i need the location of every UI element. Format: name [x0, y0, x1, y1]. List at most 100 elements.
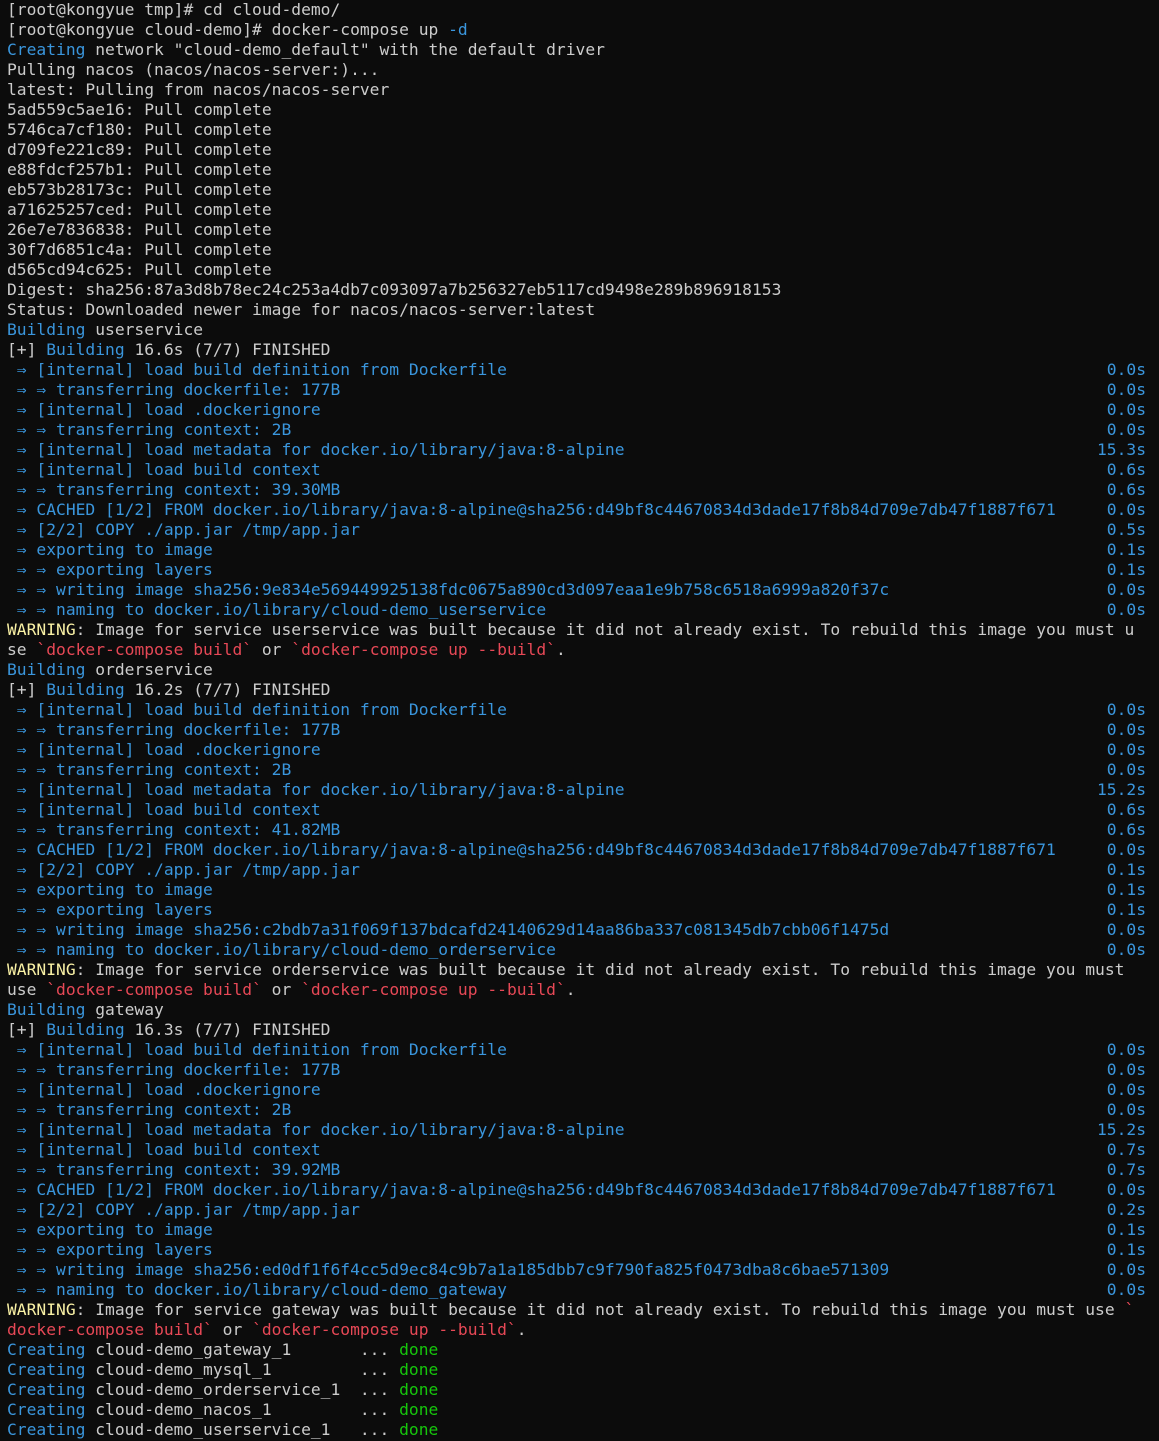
terminal-text-segment: Building: [7, 1000, 86, 1019]
terminal-text-segment: cloud-demo_nacos_1 ...: [85, 1400, 400, 1419]
terminal-text-segment: `: [1124, 1300, 1135, 1319]
terminal-line-step: ⇒ CACHED [1/2] FROM docker.io/library/ja…: [7, 840, 1056, 860]
terminal-text-segment: ⇒ ⇒ writing image sha256:c2bdb7a31f069f1…: [7, 920, 890, 939]
terminal-text-segment: Building: [7, 320, 86, 339]
terminal-text-segment: ⇒ ⇒ transferring dockerfile: 177B: [7, 1060, 341, 1079]
terminal-text-segment: ⇒ [2/2] COPY ./app.jar /tmp/app.jar: [7, 520, 360, 539]
terminal-text-segment: ⇒ ⇒ transferring context: 2B: [7, 760, 292, 779]
terminal-line-output: 26e7e7836838: Pull complete: [7, 220, 272, 240]
terminal-line-create: Creating cloud-demo_userservice_1 ... do…: [7, 1420, 438, 1440]
terminal-text-segment: d709fe221c89: Pull complete: [7, 140, 272, 159]
terminal-line-output: a71625257ced: Pull complete: [7, 200, 272, 220]
terminal-line-step: ⇒ [internal] load build context: [7, 800, 321, 820]
terminal-text-segment: 5746ca7cf180: Pull complete: [7, 120, 272, 139]
terminal-line-step: ⇒ ⇒ transferring dockerfile: 177B: [7, 1060, 340, 1080]
terminal-text-segment: ⇒ CACHED [1/2] FROM docker.io/library/ja…: [7, 1180, 1056, 1199]
terminal-text-segment: or: [261, 980, 302, 999]
terminal-line-step: ⇒ [internal] load .dockerignore: [7, 400, 321, 420]
terminal-line-step: ⇒ [internal] load metadata for docker.io…: [7, 780, 625, 800]
terminal-line-warning: se `docker-compose build` or `docker-com…: [7, 640, 566, 660]
terminal-text-segment: [root@kongyue tmp]# cd cloud-demo/: [7, 0, 341, 19]
terminal-text-segment: ⇒ [internal] load metadata for docker.io…: [7, 780, 625, 799]
terminal-line-step: ⇒ [internal] load build definition from …: [7, 700, 507, 720]
terminal-text-segment: ⇒ ⇒ naming to docker.io/library/cloud-de…: [7, 940, 556, 959]
terminal-line-step: ⇒ ⇒ transferring dockerfile: 177B: [7, 720, 340, 740]
terminal-text-segment: ⇒ [internal] load build context: [7, 460, 321, 479]
step-duration: 0.0s: [1106, 380, 1146, 399]
step-duration: 15.2s: [1096, 780, 1146, 799]
step-duration: 0.1s: [1106, 1220, 1146, 1239]
terminal-line-step: ⇒ [internal] load .dockerignore: [7, 1080, 321, 1100]
terminal-line-output: e88fdcf257b1: Pull complete: [7, 160, 272, 180]
terminal-text-segment: Status: Downloaded newer image for nacos…: [7, 300, 596, 319]
terminal-text-segment: ⇒ [2/2] COPY ./app.jar /tmp/app.jar: [7, 860, 360, 879]
terminal-line-step: ⇒ ⇒ transferring context: 39.30MB: [7, 480, 340, 500]
terminal-text-segment: 26e7e7836838: Pull complete: [7, 220, 272, 239]
step-duration: 0.1s: [1106, 560, 1146, 579]
terminal-text-segment: `docker-compose up --build`: [252, 1320, 517, 1339]
step-duration: 0.6s: [1106, 460, 1146, 479]
terminal-line-output: d565cd94c625: Pull complete: [7, 260, 272, 280]
terminal-line-output: Digest: sha256:87a3d8b78ec24c253a4db7c09…: [7, 280, 781, 300]
terminal-text-segment: userservice: [85, 320, 204, 339]
terminal-line-step: ⇒ [internal] load build definition from …: [7, 1040, 507, 1060]
terminal-text-segment: ⇒ ⇒ naming to docker.io/library/cloud-de…: [7, 1280, 507, 1299]
step-duration: 15.3s: [1096, 440, 1146, 459]
terminal-text-segment: `docker-compose build`: [46, 980, 262, 999]
terminal-text-segment: Creating: [7, 1400, 86, 1419]
terminal-text-segment: ⇒ exporting to image: [7, 540, 213, 559]
terminal-text-segment: Building: [46, 680, 125, 699]
step-duration: 0.0s: [1106, 580, 1146, 599]
terminal-line-step: ⇒ ⇒ exporting layers: [7, 1240, 213, 1260]
terminal-text-segment: 16.6s (7/7) FINISHED: [124, 340, 331, 359]
terminal-text-segment: use: [7, 980, 47, 999]
terminal-line-output: 5ad559c5ae16: Pull complete: [7, 100, 272, 120]
terminal-line-step: ⇒ [internal] load build context: [7, 460, 321, 480]
terminal-text-segment: done: [399, 1400, 439, 1419]
terminal-line-step: ⇒ ⇒ transferring context: 39.92MB: [7, 1160, 340, 1180]
terminal-text-segment: a71625257ced: Pull complete: [7, 200, 272, 219]
terminal-line-output: Building orderservice: [7, 660, 213, 680]
terminal-line-step: ⇒ [internal] load build definition from …: [7, 360, 507, 380]
terminal-text-segment: 16.3s (7/7) FINISHED: [124, 1020, 331, 1039]
terminal-text-segment: [root@kongyue cloud-demo]# docker-compos…: [7, 20, 449, 39]
terminal-text-segment: cloud-demo_gateway_1 ...: [85, 1340, 400, 1359]
step-duration: 0.0s: [1106, 720, 1146, 739]
terminal-text-segment: Building: [46, 1020, 125, 1039]
terminal-text-segment: done: [399, 1380, 439, 1399]
step-duration: 0.1s: [1106, 1240, 1146, 1259]
terminal-line-output: Creating network "cloud-demo_default" wi…: [7, 40, 605, 60]
terminal-line-step: ⇒ [internal] load .dockerignore: [7, 740, 321, 760]
step-duration: 0.0s: [1106, 600, 1146, 619]
terminal-text-segment: d565cd94c625: Pull complete: [7, 260, 272, 279]
terminal-text-segment: ⇒ [internal] load .dockerignore: [7, 400, 321, 419]
terminal-text-segment: `docker-compose build`: [36, 640, 253, 659]
terminal-line-step: ⇒ ⇒ naming to docker.io/library/cloud-de…: [7, 600, 546, 620]
terminal-text-segment: cloud-demo_orderservice_1 ...: [85, 1380, 400, 1399]
terminal-text-segment: Building: [7, 660, 86, 679]
terminal-text-segment: docker-compose build`: [7, 1320, 213, 1339]
step-duration: 0.0s: [1106, 740, 1146, 759]
terminal-text-segment: network "cloud-demo_default" with the de…: [85, 40, 605, 59]
terminal-text-segment: Creating: [7, 1380, 86, 1399]
terminal-text-segment: or: [252, 640, 292, 659]
terminal-line-step: ⇒ [internal] load build context: [7, 1140, 321, 1160]
terminal-text-segment: latest: Pulling from nacos/nacos-server: [7, 80, 390, 99]
terminal-text-segment: ⇒ [internal] load metadata for docker.io…: [7, 440, 625, 459]
terminal-text-segment: 30f7d6851c4a: Pull complete: [7, 240, 272, 259]
terminal-line-create: Creating cloud-demo_gateway_1 ... done: [7, 1340, 438, 1360]
terminal-text-segment: Pulling nacos (nacos/nacos-server:)...: [7, 60, 380, 79]
terminal-line-step: ⇒ [2/2] COPY ./app.jar /tmp/app.jar: [7, 860, 360, 880]
terminal-window[interactable]: [root@kongyue tmp]# cd cloud-demo/[root@…: [0, 0, 1159, 1441]
terminal-line-step: ⇒ ⇒ transferring context: 2B: [7, 420, 291, 440]
terminal-line-step: ⇒ ⇒ naming to docker.io/library/cloud-de…: [7, 940, 556, 960]
terminal-text-segment: Digest: sha256:87a3d8b78ec24c253a4db7c09…: [7, 280, 782, 299]
terminal-text-segment: ⇒ [internal] load metadata for docker.io…: [7, 1120, 625, 1139]
terminal-text-segment: ⇒ ⇒ transferring context: 39.30MB: [7, 480, 341, 499]
terminal-line-step: ⇒ [2/2] COPY ./app.jar /tmp/app.jar: [7, 520, 360, 540]
terminal-text-segment: 16.2s (7/7) FINISHED: [124, 680, 331, 699]
step-duration: 15.2s: [1096, 1120, 1146, 1139]
step-duration: 0.1s: [1106, 880, 1146, 899]
step-duration: 0.0s: [1106, 420, 1146, 439]
step-duration: 0.0s: [1106, 1280, 1146, 1299]
